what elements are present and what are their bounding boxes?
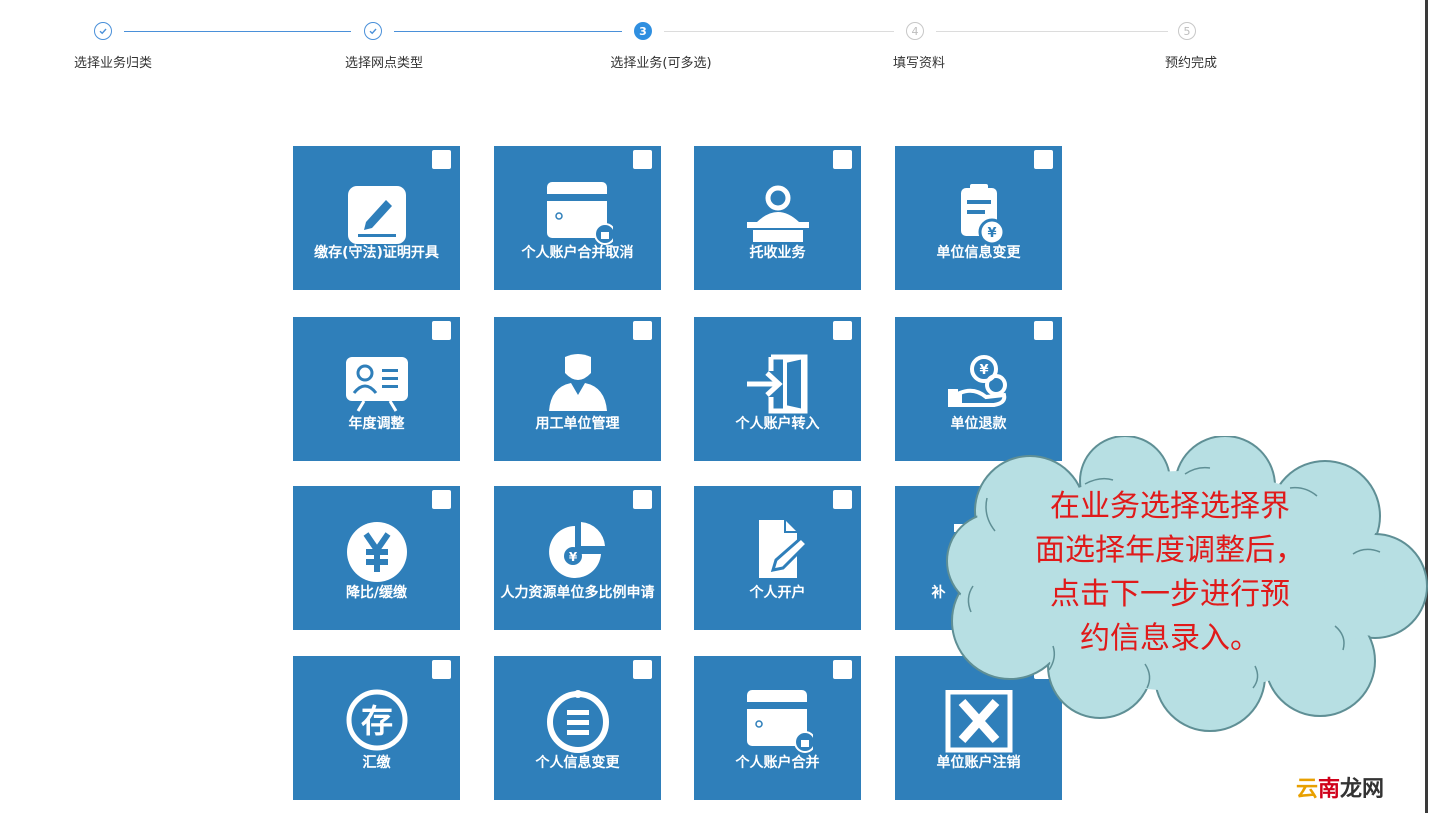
service-tile-account-merge-cancel[interactable]: 个人账户合并取消: [494, 146, 661, 290]
tile-checkbox[interactable]: [1034, 150, 1053, 169]
service-tile-personal-account-open[interactable]: 个人开户: [694, 486, 861, 630]
service-tile-account-transfer-in[interactable]: 个人账户转入: [694, 317, 861, 461]
callout-text: 在业务选择选择界 面选择年度调整后， 点击下一步进行预 约信息录入。: [1035, 489, 1305, 656]
svg-text:¥: ¥: [987, 226, 996, 241]
service-tile-collection[interactable]: 托收业务: [694, 146, 861, 290]
service-tile-annual-adjustment[interactable]: 年度调整: [293, 317, 460, 461]
hand-coins-icon: ¥: [947, 355, 1007, 407]
step-5-label: 预约完成: [1164, 56, 1218, 71]
tile-label: 汇缴: [362, 755, 391, 771]
tile-checkbox[interactable]: [833, 490, 852, 509]
tile-checkbox[interactable]: [432, 321, 451, 340]
tile-label: 个人账户转入: [735, 416, 820, 432]
step-4-label: 填写资料: [892, 56, 946, 71]
step-3-label: 选择业务(可多选): [610, 56, 712, 71]
tile-checkbox[interactable]: [633, 321, 652, 340]
tile-label: 个人开户: [749, 585, 806, 601]
tile-label: 人力资源单位多比例申请: [500, 585, 655, 601]
progress-stepper: 3 4 5 选择业务归类 选择网点类型 选择业务(可多选) 填写资料 预约完成: [0, 0, 1429, 90]
tile-checkbox[interactable]: [432, 150, 451, 169]
service-tile-account-merge[interactable]: 个人账户合并: [694, 656, 861, 800]
tile-checkbox[interactable]: [432, 490, 451, 509]
service-tile-hr-multi-ratio[interactable]: ¥ 人力资源单位多比例申请: [494, 486, 661, 630]
tile-checkbox[interactable]: [633, 490, 652, 509]
tile-label: 单位信息变更: [936, 245, 1021, 261]
step-connector: [936, 31, 1168, 32]
person-bust-icon: [548, 354, 607, 411]
tile-label: 单位退款: [950, 416, 1007, 432]
step-connector: [664, 31, 894, 32]
tag-list-icon: [546, 690, 609, 753]
pie-yuan-icon: ¥: [548, 522, 605, 578]
tile-label: 降比/缓缴: [345, 585, 408, 601]
yuan-circle-icon: [346, 522, 407, 582]
svg-text:¥: ¥: [979, 363, 988, 378]
service-tile-rate-reduction[interactable]: 降比/缓缴: [293, 486, 460, 630]
step-2-label: 选择网点类型: [344, 56, 424, 71]
tile-checkbox[interactable]: [833, 321, 852, 340]
step-3-marker: 3: [634, 22, 652, 40]
watermark-part-3: 龙网: [1340, 776, 1385, 801]
service-tile-remittance[interactable]: 存 汇缴: [293, 656, 460, 800]
tile-checkbox[interactable]: [633, 660, 652, 679]
step-connector: [124, 31, 351, 32]
tile-checkbox[interactable]: [833, 660, 852, 679]
tile-label: 单位账户注销: [936, 755, 1021, 771]
svg-text:¥: ¥: [568, 550, 577, 564]
tile-label: 个人账户合并取消: [521, 245, 634, 261]
teller-desk-icon: [746, 185, 809, 242]
id-card-icon: [345, 357, 408, 412]
watermark-logo: 云南龙网: [1296, 771, 1384, 803]
svg-text:存: 存: [360, 702, 392, 740]
tile-checkbox[interactable]: [833, 150, 852, 169]
tile-label: 个人信息变更: [535, 755, 620, 771]
step-1-check-icon: [94, 22, 112, 40]
tile-checkbox[interactable]: [432, 660, 451, 679]
document-pen-icon: [758, 520, 809, 578]
deposit-stamp-icon: 存: [346, 689, 407, 751]
door-enter-icon: [746, 354, 807, 414]
service-tile-employer-management[interactable]: 用工单位管理: [494, 317, 661, 461]
tile-label: 个人账户合并: [735, 755, 820, 771]
card-lock-icon: [746, 690, 813, 753]
tile-checkbox[interactable]: [1034, 321, 1053, 340]
service-tile-unit-info-change[interactable]: ¥ 单位信息变更: [895, 146, 1062, 290]
service-tile-certificate[interactable]: 缴存(守法)证明开具: [293, 146, 460, 290]
step-1-label: 选择业务归类: [73, 56, 153, 71]
tile-label: 用工单位管理: [535, 416, 620, 432]
watermark-part-1: 云: [1296, 776, 1319, 801]
tile-checkbox[interactable]: [633, 150, 652, 169]
tile-label: 年度调整: [348, 416, 405, 432]
watermark-part-2: 南: [1318, 776, 1341, 801]
step-connector: [394, 31, 622, 32]
tile-label: 托收业务: [749, 245, 806, 261]
card-lock-icon: [546, 182, 613, 245]
service-tile-personal-info-change[interactable]: 个人信息变更: [494, 656, 661, 800]
step-5-marker: 5: [1178, 22, 1196, 40]
tile-label: 缴存(守法)证明开具: [314, 245, 439, 261]
step-2-check-icon: [364, 22, 382, 40]
step-4-marker: 4: [906, 22, 924, 40]
